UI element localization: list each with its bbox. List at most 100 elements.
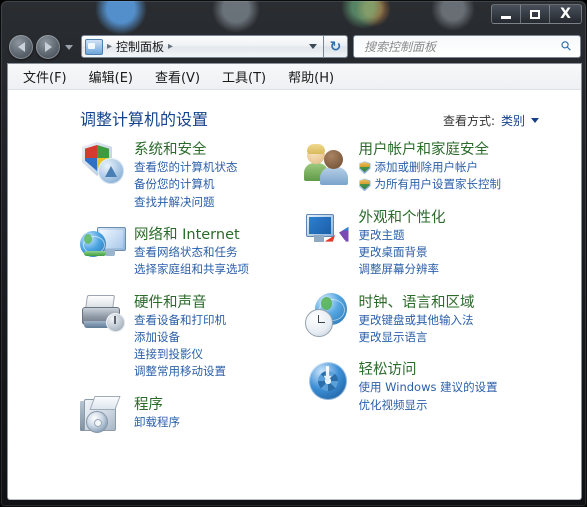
- category-title[interactable]: 外观和个性化: [359, 209, 446, 227]
- page-title: 调整计算机的设置: [80, 110, 209, 129]
- refresh-button[interactable]: ↻: [324, 35, 348, 58]
- category-columns: 系统和安全 查看您的计算机状态 备份您的计算机 查找并解决问题 网络和 Inte…: [8, 130, 581, 455]
- link-check-status[interactable]: 查看您的计算机状态: [134, 159, 238, 176]
- link-optimize-display[interactable]: 优化视频显示: [359, 397, 498, 414]
- link-devices-printers[interactable]: 查看设备和打印机: [134, 312, 226, 329]
- minimize-icon: [501, 15, 511, 19]
- link-troubleshoot[interactable]: 查找并解决问题: [134, 194, 238, 211]
- right-column: 用户帐户和家庭安全 添加或删除用户帐户 为所有用户设置家长控制 外观和个性化 更…: [295, 140, 582, 455]
- link-change-keyboard[interactable]: 更改键盘或其他输入法: [359, 312, 475, 329]
- window-controls: X: [491, 4, 582, 24]
- link-backup[interactable]: 备份您的计算机: [134, 176, 238, 193]
- user-accounts-icon[interactable]: [303, 140, 351, 186]
- category-body: 外观和个性化 更改主题 更改桌面背景 调整屏幕分辨率: [359, 208, 446, 279]
- recent-pages-chevron-icon[interactable]: [65, 45, 73, 50]
- network-cable-icon: [84, 250, 106, 256]
- link-connect-projector[interactable]: 连接到投影仪: [134, 346, 226, 363]
- category-title[interactable]: 硬件和声音: [134, 294, 226, 312]
- category-hardware-and-sound: 硬件和声音 查看设备和打印机 添加设备 连接到投影仪 调整常用移动设置: [80, 293, 295, 381]
- monitor-stand-icon: [105, 248, 115, 256]
- category-ease-of-access: 轻松访问 使用 Windows 建议的设置 优化视频显示: [305, 360, 582, 414]
- link-add-remove-accounts[interactable]: 添加或删除用户帐户: [358, 159, 502, 176]
- link-homegroup[interactable]: 选择家庭组和共享选项: [134, 261, 249, 278]
- link-screen-resolution[interactable]: 调整屏幕分辨率: [359, 261, 446, 278]
- view-by-label: 查看方式:: [442, 114, 495, 128]
- ease-of-access-icon[interactable]: [305, 360, 351, 406]
- link-change-language[interactable]: 更改显示语言: [359, 329, 475, 346]
- user-hair-icon: [306, 144, 325, 154]
- category-network-and-internet: 网络和 Internet 查看网络状态和任务 选择家庭组和共享选项: [80, 225, 295, 279]
- back-button[interactable]: [9, 35, 33, 59]
- link-uninstall-program[interactable]: 卸载程序: [134, 414, 180, 431]
- forward-button[interactable]: [36, 35, 60, 59]
- link-change-wallpaper[interactable]: 更改桌面背景: [359, 244, 446, 261]
- disc-icon: [86, 410, 108, 433]
- breadcrumb-separator-icon-2[interactable]: ▸: [168, 41, 173, 52]
- content-header: 调整计算机的设置 查看方式: 类别: [8, 90, 581, 130]
- volume-dial-icon: [106, 312, 125, 332]
- clock-icon: [304, 308, 333, 337]
- link-network-status[interactable]: 查看网络状态和任务: [134, 244, 249, 261]
- back-arrow-icon: [17, 42, 25, 52]
- action-center-icon: [98, 158, 124, 184]
- link-parental-controls[interactable]: 为所有用户设置家长控制: [358, 176, 502, 193]
- category-title[interactable]: 时钟、语言和区域: [359, 294, 475, 312]
- second-user-body-icon: [319, 167, 348, 185]
- category-title[interactable]: 轻松访问: [359, 361, 498, 379]
- category-body: 硬件和声音 查看设备和打印机 添加设备 连接到投影仪 调整常用移动设置: [134, 293, 226, 381]
- forward-arrow-icon: [44, 42, 52, 52]
- navigation-bar: ▸ 控制面板 ▸ ↻ ⚲: [1, 31, 587, 63]
- control-panel-content: 调整计算机的设置 查看方式: 类别 系统和安全 查看您的计算机状态 备份您的计算…: [8, 90, 581, 499]
- security-shield-icon[interactable]: [80, 140, 126, 186]
- view-by-value[interactable]: 类别: [501, 112, 525, 129]
- address-dropdown-chevron-icon[interactable]: [309, 44, 317, 49]
- chevron-down-icon[interactable]: [531, 118, 539, 123]
- link-label: 为所有用户设置家长控制: [374, 177, 502, 192]
- menu-edit[interactable]: 编辑(E): [86, 65, 136, 88]
- category-appearance-and-personalization: 外观和个性化 更改主题 更改桌面背景 调整屏幕分辨率: [305, 208, 582, 279]
- category-title[interactable]: 网络和 Internet: [134, 226, 249, 244]
- appearance-monitor-icon[interactable]: [305, 208, 351, 254]
- menu-tools[interactable]: 工具(T): [219, 65, 269, 88]
- menu-help[interactable]: 帮助(H): [285, 65, 337, 88]
- link-mobility-settings[interactable]: 调整常用移动设置: [134, 363, 226, 380]
- search-box[interactable]: ⚲: [353, 35, 581, 58]
- category-title[interactable]: 用户帐户和家庭安全: [359, 141, 502, 159]
- uac-shield-icon: [358, 178, 371, 192]
- category-title[interactable]: 系统和安全: [134, 141, 238, 159]
- refresh-icon: ↻: [329, 38, 342, 55]
- category-body: 时钟、语言和区域 更改键盘或其他输入法 更改显示语言: [359, 293, 475, 347]
- menu-view[interactable]: 查看(V): [152, 65, 203, 88]
- programs-disc-icon[interactable]: [80, 395, 126, 441]
- category-body: 程序 卸载程序: [134, 395, 180, 441]
- monitor-icon: [305, 213, 334, 237]
- maximize-icon: [530, 9, 540, 19]
- uac-shield-icon: [358, 161, 371, 175]
- address-bar[interactable]: ▸ 控制面板 ▸: [81, 35, 324, 58]
- link-change-theme[interactable]: 更改主题: [359, 227, 446, 244]
- category-title[interactable]: 程序: [134, 396, 180, 414]
- minimize-button[interactable]: [491, 4, 520, 24]
- network-globe-icon[interactable]: [80, 225, 126, 271]
- breadcrumb-separator-icon: ▸: [107, 41, 113, 52]
- printer-hardware-icon[interactable]: [80, 293, 126, 339]
- category-body: 轻松访问 使用 Windows 建议的设置 优化视频显示: [359, 360, 498, 414]
- control-panel-icon: [85, 38, 103, 55]
- search-input[interactable]: [362, 38, 563, 55]
- left-column: 系统和安全 查看您的计算机状态 备份您的计算机 查找并解决问题 网络和 Inte…: [8, 140, 295, 455]
- view-by-control[interactable]: 查看方式: 类别: [443, 112, 563, 129]
- clock-language-icon[interactable]: [304, 292, 351, 339]
- link-recommended-settings[interactable]: 使用 Windows 建议的设置: [359, 379, 498, 396]
- category-user-accounts-and-family-safety: 用户帐户和家庭安全 添加或删除用户帐户 为所有用户设置家长控制: [303, 140, 582, 194]
- title-bar: X: [1, 1, 587, 31]
- box-flap-icon: [89, 395, 121, 410]
- close-button[interactable]: X: [549, 4, 582, 24]
- category-body: 网络和 Internet 查看网络状态和任务 选择家庭组和共享选项: [134, 225, 249, 279]
- maximize-button[interactable]: [520, 4, 549, 24]
- menu-file[interactable]: 文件(F): [20, 65, 70, 88]
- second-user-head-icon: [323, 150, 343, 169]
- link-label: 添加或删除用户帐户: [374, 160, 479, 175]
- menu-bar: 文件(F) 编辑(E) 查看(V) 工具(T) 帮助(H): [8, 64, 581, 90]
- link-add-device[interactable]: 添加设备: [134, 329, 226, 346]
- breadcrumb-control-panel[interactable]: 控制面板: [116, 38, 164, 55]
